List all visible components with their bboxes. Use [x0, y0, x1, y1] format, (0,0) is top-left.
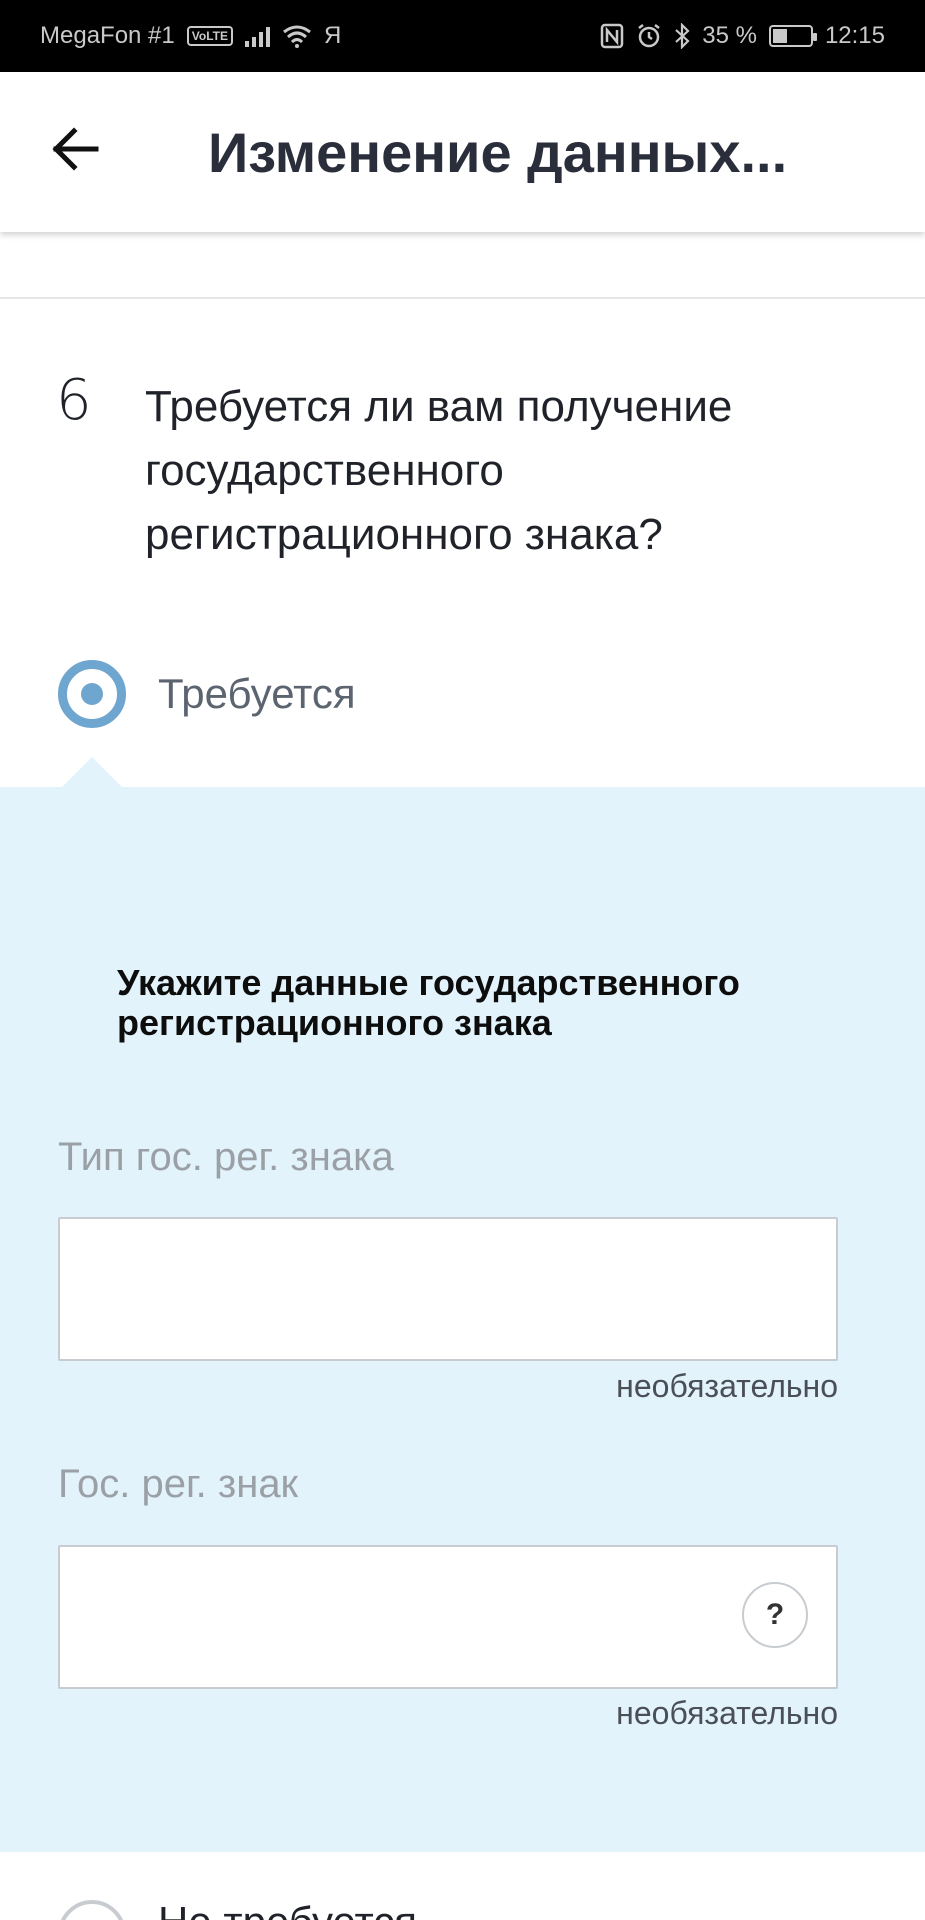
battery-percent: 35 %	[702, 22, 757, 49]
nfc-icon	[600, 23, 624, 49]
plate-number-hint: необязательно	[616, 1695, 838, 1731]
plate-type-input[interactable]	[58, 1217, 838, 1361]
clock: 12:15	[824, 22, 885, 49]
option-required-label: Требуется	[158, 670, 356, 717]
plate-type-label: Тип гос. рег. знака	[58, 1135, 394, 1179]
screen: MegaFon #1 VoLTE Я 35 % 12:15 Изменение …	[0, 0, 925, 1920]
bluetooth-icon	[675, 23, 690, 49]
plate-type-hint: необязательно	[616, 1368, 838, 1404]
volte-badge: VoLTE	[186, 26, 233, 46]
details-heading: Укажите данные государственного регистра…	[117, 962, 740, 1043]
status-bar-right: 35 % 12:15	[600, 22, 885, 50]
status-bar-left: MegaFon #1 VoLTE Я	[40, 22, 341, 50]
wifi-icon	[283, 25, 311, 48]
yandex-icon: Я	[323, 22, 342, 49]
help-button[interactable]: ?	[742, 1582, 808, 1648]
option-not-required-label[interactable]: Не требуется	[158, 1898, 417, 1920]
question-text: Требуется ли вам получение государственн…	[145, 382, 733, 559]
option-not-required-radio[interactable]	[58, 1900, 126, 1920]
battery-icon	[768, 25, 817, 47]
arrow-left-icon	[52, 127, 99, 171]
option-required[interactable]: Требуется	[58, 660, 356, 728]
app-header: Изменение данных...	[0, 72, 925, 232]
panel-pointer	[62, 757, 122, 787]
plate-number-label: Гос. рег. знак	[58, 1462, 299, 1506]
status-bar: MegaFon #1 VoLTE Я 35 % 12:15	[0, 0, 925, 72]
signal-icon	[244, 25, 270, 47]
question-number: 6	[56, 368, 92, 433]
carrier-name: MegaFon #1	[40, 22, 175, 49]
section-divider	[0, 297, 925, 299]
page-title: Изменение данных...	[208, 121, 788, 184]
plate-number-input[interactable]	[58, 1545, 838, 1689]
radio-dot	[81, 683, 103, 705]
back-button[interactable]	[50, 124, 110, 180]
alarm-icon	[638, 24, 660, 48]
radio-selected-icon[interactable]	[58, 660, 126, 728]
